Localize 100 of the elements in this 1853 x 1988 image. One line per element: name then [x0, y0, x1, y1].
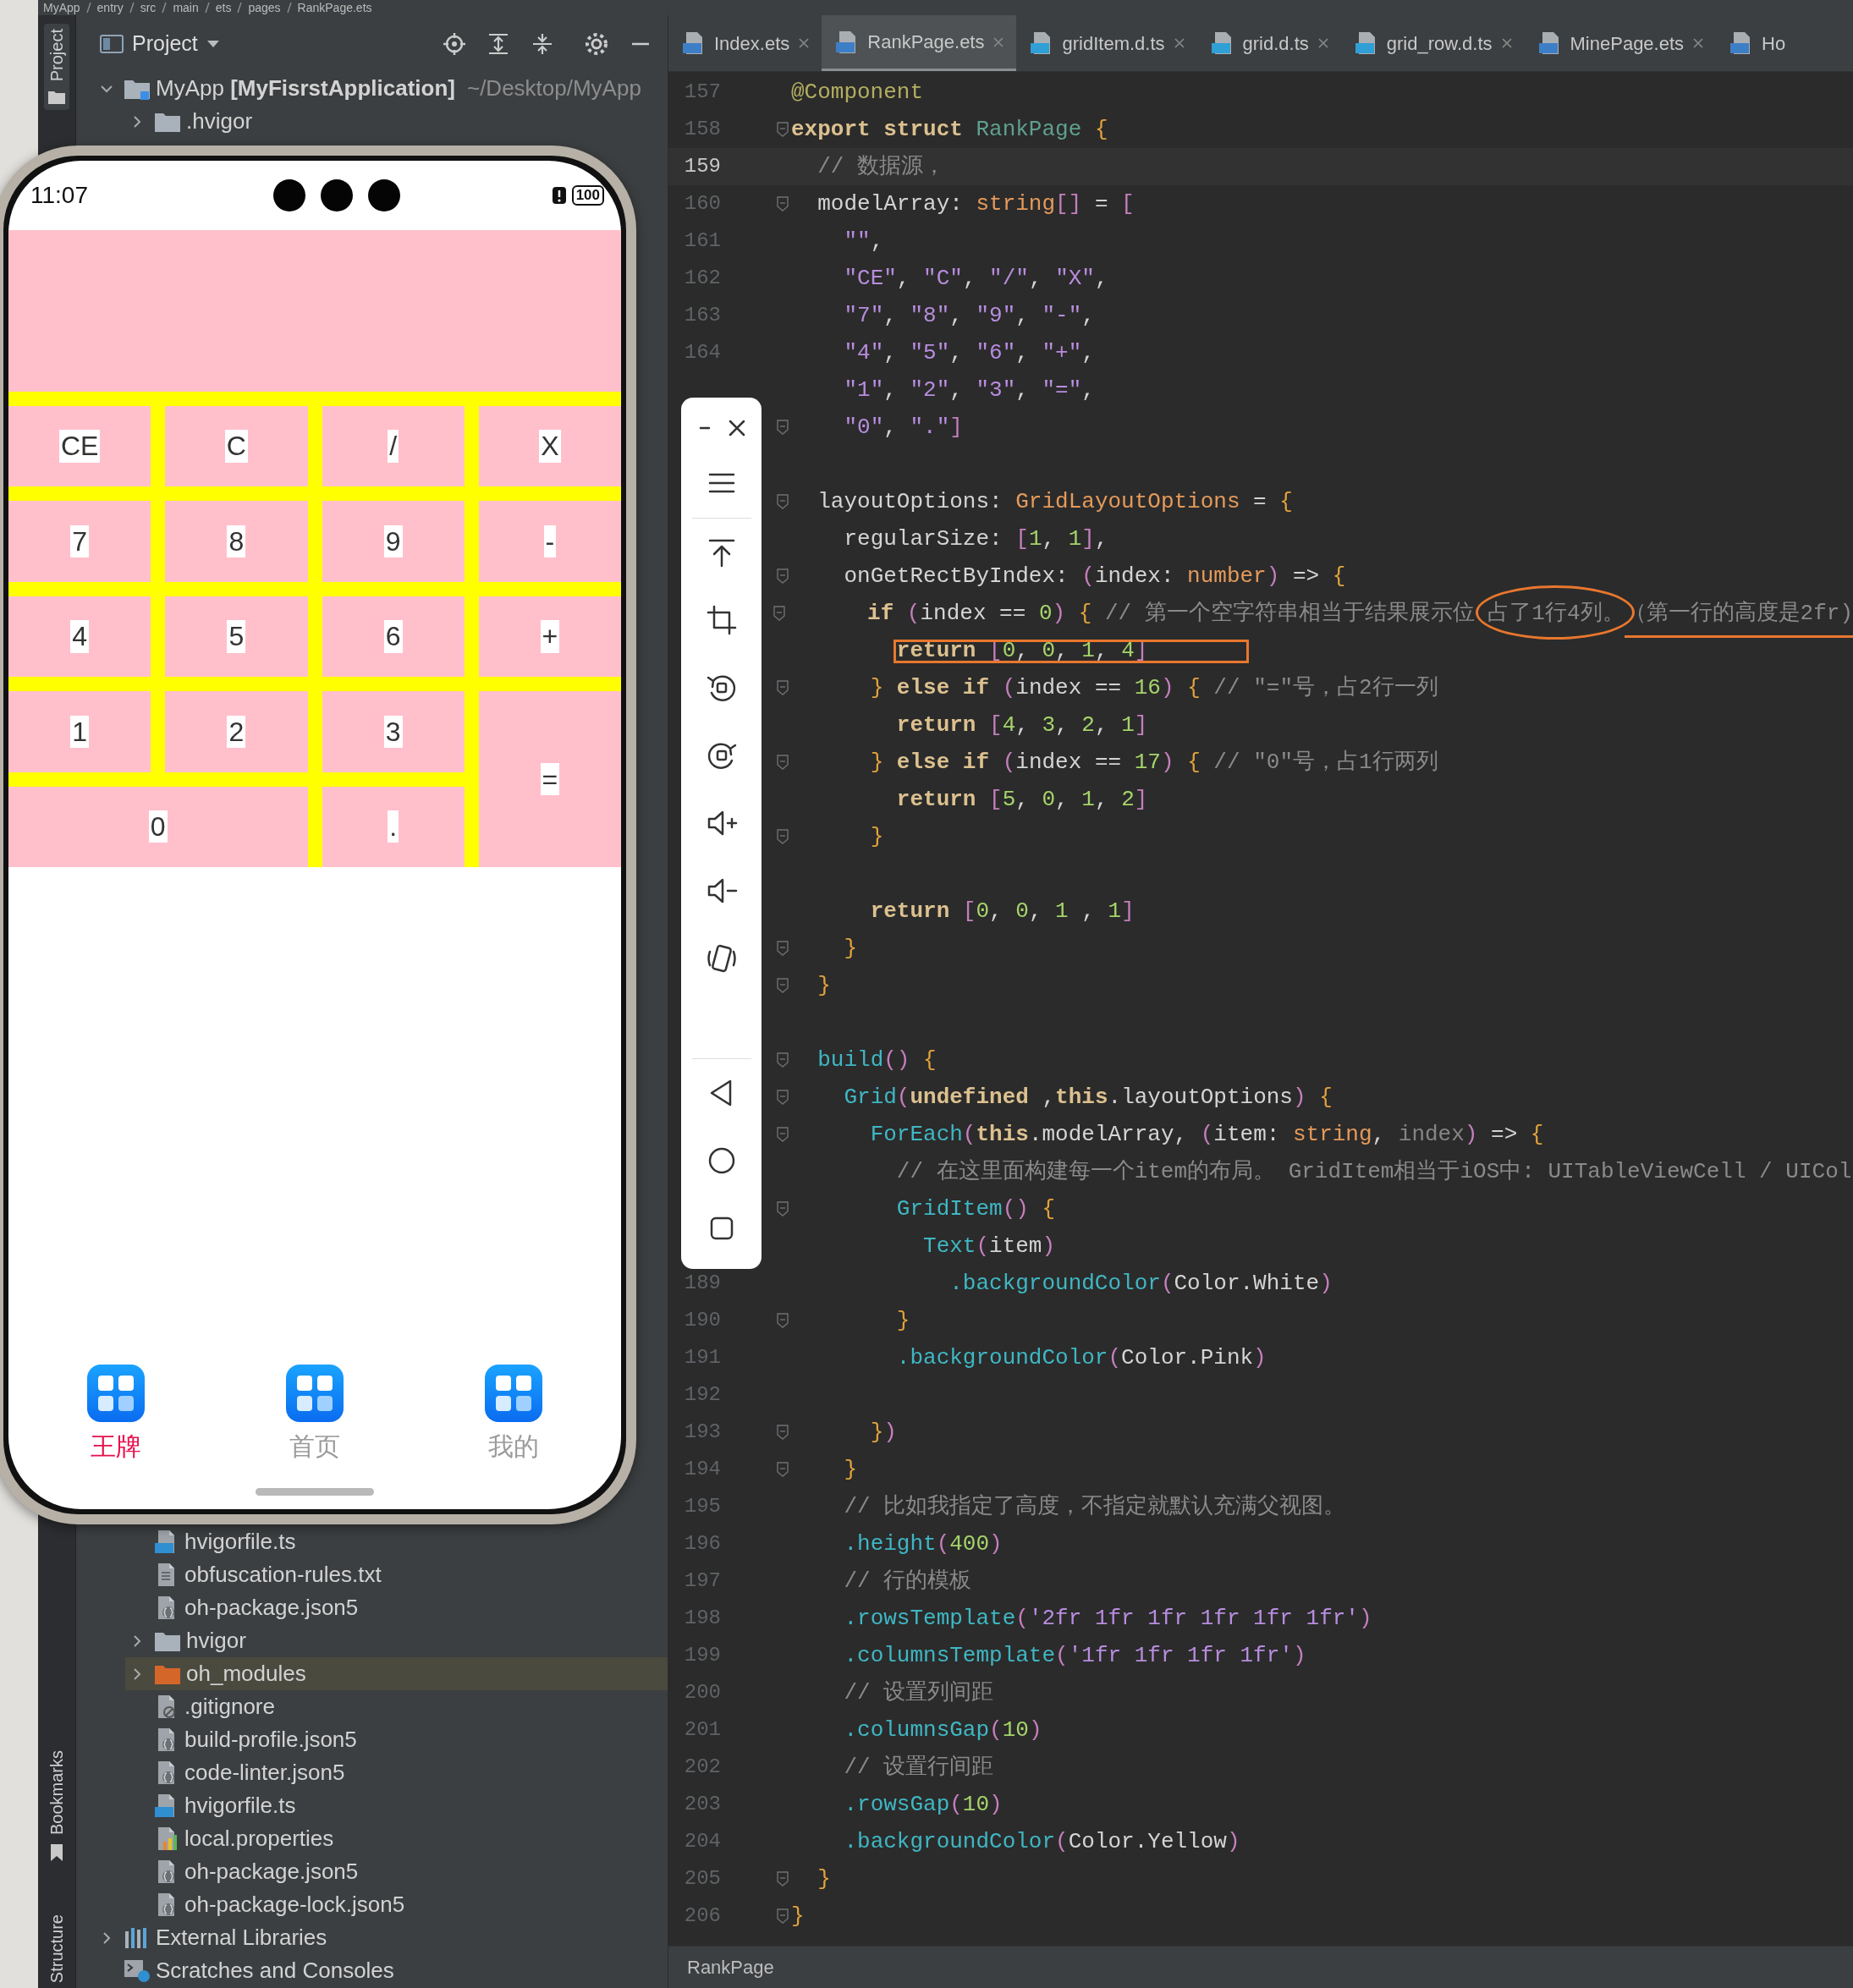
grid-app-icon [87, 1365, 146, 1422]
tree-item[interactable]: hvigorfile.ts [125, 1525, 668, 1558]
calculator-key[interactable]: - [478, 501, 621, 582]
breadcrumb-item[interactable]: main [173, 0, 199, 17]
calculator-key[interactable]: / [322, 405, 465, 487]
line-number: 194 [683, 1457, 721, 1482]
key-label: 2 [227, 715, 246, 749]
calculator-key[interactable]: C [165, 405, 308, 487]
crosshair-icon[interactable] [443, 31, 466, 56]
calculator-key[interactable]: = [478, 691, 621, 867]
editor-tab[interactable]: MinePage.ets [1524, 15, 1717, 71]
tree-item[interactable]: obfuscation-rules.txt [125, 1558, 668, 1591]
tree-item[interactable]: .hvigor [125, 105, 668, 138]
editor-tab[interactable]: Ho [1716, 15, 1798, 71]
line-number: 202 [683, 1755, 721, 1780]
fold-icon[interactable] [776, 1052, 789, 1068]
breadcrumb-item[interactable]: MyApp [43, 0, 80, 17]
tree-item[interactable]: .gitignore [125, 1690, 668, 1723]
fold-icon[interactable] [776, 1089, 789, 1106]
code-line: ForEach(this.modelArray, (item: string, index) => { [869, 1120, 1544, 1149]
code-line: "1", "2", "3", "=", [843, 376, 1095, 404]
calculator-key[interactable]: CE [8, 405, 151, 487]
editor-tab[interactable]: Index.ets [668, 15, 822, 71]
fold-icon[interactable] [776, 195, 789, 212]
fold-icon[interactable] [776, 419, 789, 436]
calculator-key[interactable]: . [322, 786, 465, 867]
fold-icon[interactable] [776, 568, 789, 585]
code-line: } else if (index == 17) { // "0"号，占1行两列 [869, 748, 1438, 777]
key-label: . [388, 810, 399, 843]
calculator-key[interactable]: 9 [322, 501, 465, 582]
tool-window-tab[interactable]: Structure [45, 1908, 69, 1988]
calculator-key[interactable]: + [478, 596, 621, 678]
calculator-key[interactable]: 6 [322, 596, 465, 678]
fold-icon[interactable] [776, 1126, 789, 1143]
code-line: .rowsGap(10) [843, 1790, 1003, 1819]
tree-item[interactable]: oh-package.json5 [125, 1855, 668, 1888]
code-line: export struct RankPage { [791, 115, 1108, 144]
editor-tab[interactable]: gridItem.d.ts [1016, 15, 1197, 71]
tool-window-tab[interactable]: Bookmarks [45, 1744, 69, 1867]
breadcrumb-item[interactable]: src [140, 0, 157, 17]
code-line: // 比如我指定了高度，不指定就默认充满父视图。 [843, 1492, 1346, 1521]
tree-item[interactable]: oh-package-lock.json5 [125, 1888, 668, 1921]
code-line: // 在这里面构建每一个item的布局。 GridItem相当于iOS中: UITableViewCell / UICol [895, 1157, 1852, 1186]
panel-title[interactable]: Project [132, 27, 198, 60]
fold-icon[interactable] [776, 940, 789, 957]
calculator-key[interactable]: 7 [8, 501, 151, 582]
fold-icon[interactable] [776, 828, 789, 845]
tree-item[interactable]: build-profile.json5 [125, 1723, 668, 1756]
code-line: return [5, 0, 1, 2] [895, 785, 1148, 814]
key-label: 4 [70, 620, 89, 653]
tree-item[interactable]: code-linter.json5 [125, 1756, 668, 1789]
calculator-key[interactable]: 0 [8, 786, 308, 867]
key-label: 3 [383, 715, 403, 749]
tree-item[interactable]: hvigorfile.ts [125, 1789, 668, 1822]
fold-icon[interactable] [776, 493, 789, 510]
breadcrumb-item[interactable]: pages [248, 0, 281, 17]
code-line: Grid(undefined ,this.layoutOptions) { [843, 1083, 1333, 1112]
caret-icon[interactable] [206, 39, 220, 48]
code-line: } [843, 934, 858, 963]
collapse-all-icon[interactable] [531, 31, 554, 56]
calculator-key[interactable]: 1 [8, 691, 151, 772]
fold-icon[interactable] [776, 1461, 789, 1478]
breadcrumb-item[interactable]: ets [215, 0, 232, 17]
calculator-key[interactable]: 8 [165, 501, 308, 582]
tool-window-tab[interactable]: Project [44, 24, 69, 111]
tree-item[interactable]: oh_modules [125, 1657, 668, 1690]
breadcrumb-item[interactable]: RankPage [687, 1953, 774, 1981]
tree-item[interactable]: Scratches and Consoles [95, 1954, 668, 1987]
key-label: 1 [70, 715, 89, 749]
editor-tab[interactable]: grid.d.ts [1196, 15, 1341, 71]
fold-icon[interactable] [776, 1908, 789, 1925]
tree-item[interactable]: local.properties [125, 1822, 668, 1855]
fold-icon[interactable] [776, 1312, 789, 1329]
calculator-key[interactable]: 3 [322, 691, 465, 772]
fold-icon[interactable] [776, 1424, 789, 1441]
tree-item[interactable]: MyApp [MyFisrstApplication] ~/Desktop/MyApp [95, 72, 668, 105]
fold-icon[interactable] [776, 1200, 789, 1217]
fold-icon[interactable] [776, 121, 789, 138]
calculator-key[interactable]: 2 [165, 691, 308, 772]
fold-icon[interactable] [776, 1870, 789, 1887]
bottom-tab[interactable]: 王牌 [17, 1364, 216, 1466]
editor-tab[interactable]: grid_row.d.ts [1340, 15, 1525, 71]
breadcrumb-item[interactable]: entry [96, 0, 124, 17]
key-label: CE [58, 430, 101, 463]
editor-tab[interactable]: RankPage.ets [822, 15, 1017, 71]
expand-all-icon[interactable] [487, 31, 510, 56]
key-label: X [539, 430, 561, 463]
code-line: } [895, 1306, 910, 1335]
fold-icon[interactable] [776, 679, 789, 696]
fold-icon[interactable] [773, 605, 787, 622]
fold-icon[interactable] [776, 977, 789, 994]
breadcrumb-item[interactable]: RankPage.ets [297, 0, 372, 17]
tree-item[interactable]: External Libraries [95, 1921, 668, 1954]
calculator-key[interactable]: 5 [165, 596, 308, 678]
tree-item[interactable]: oh-package.json5 [125, 1591, 668, 1624]
calculator-key[interactable]: X [478, 405, 621, 487]
fold-icon[interactable] [776, 754, 789, 771]
calculator-key[interactable]: 4 [8, 596, 151, 678]
tree-item[interactable]: hvigor [125, 1624, 668, 1657]
settings-icon[interactable] [585, 31, 608, 56]
